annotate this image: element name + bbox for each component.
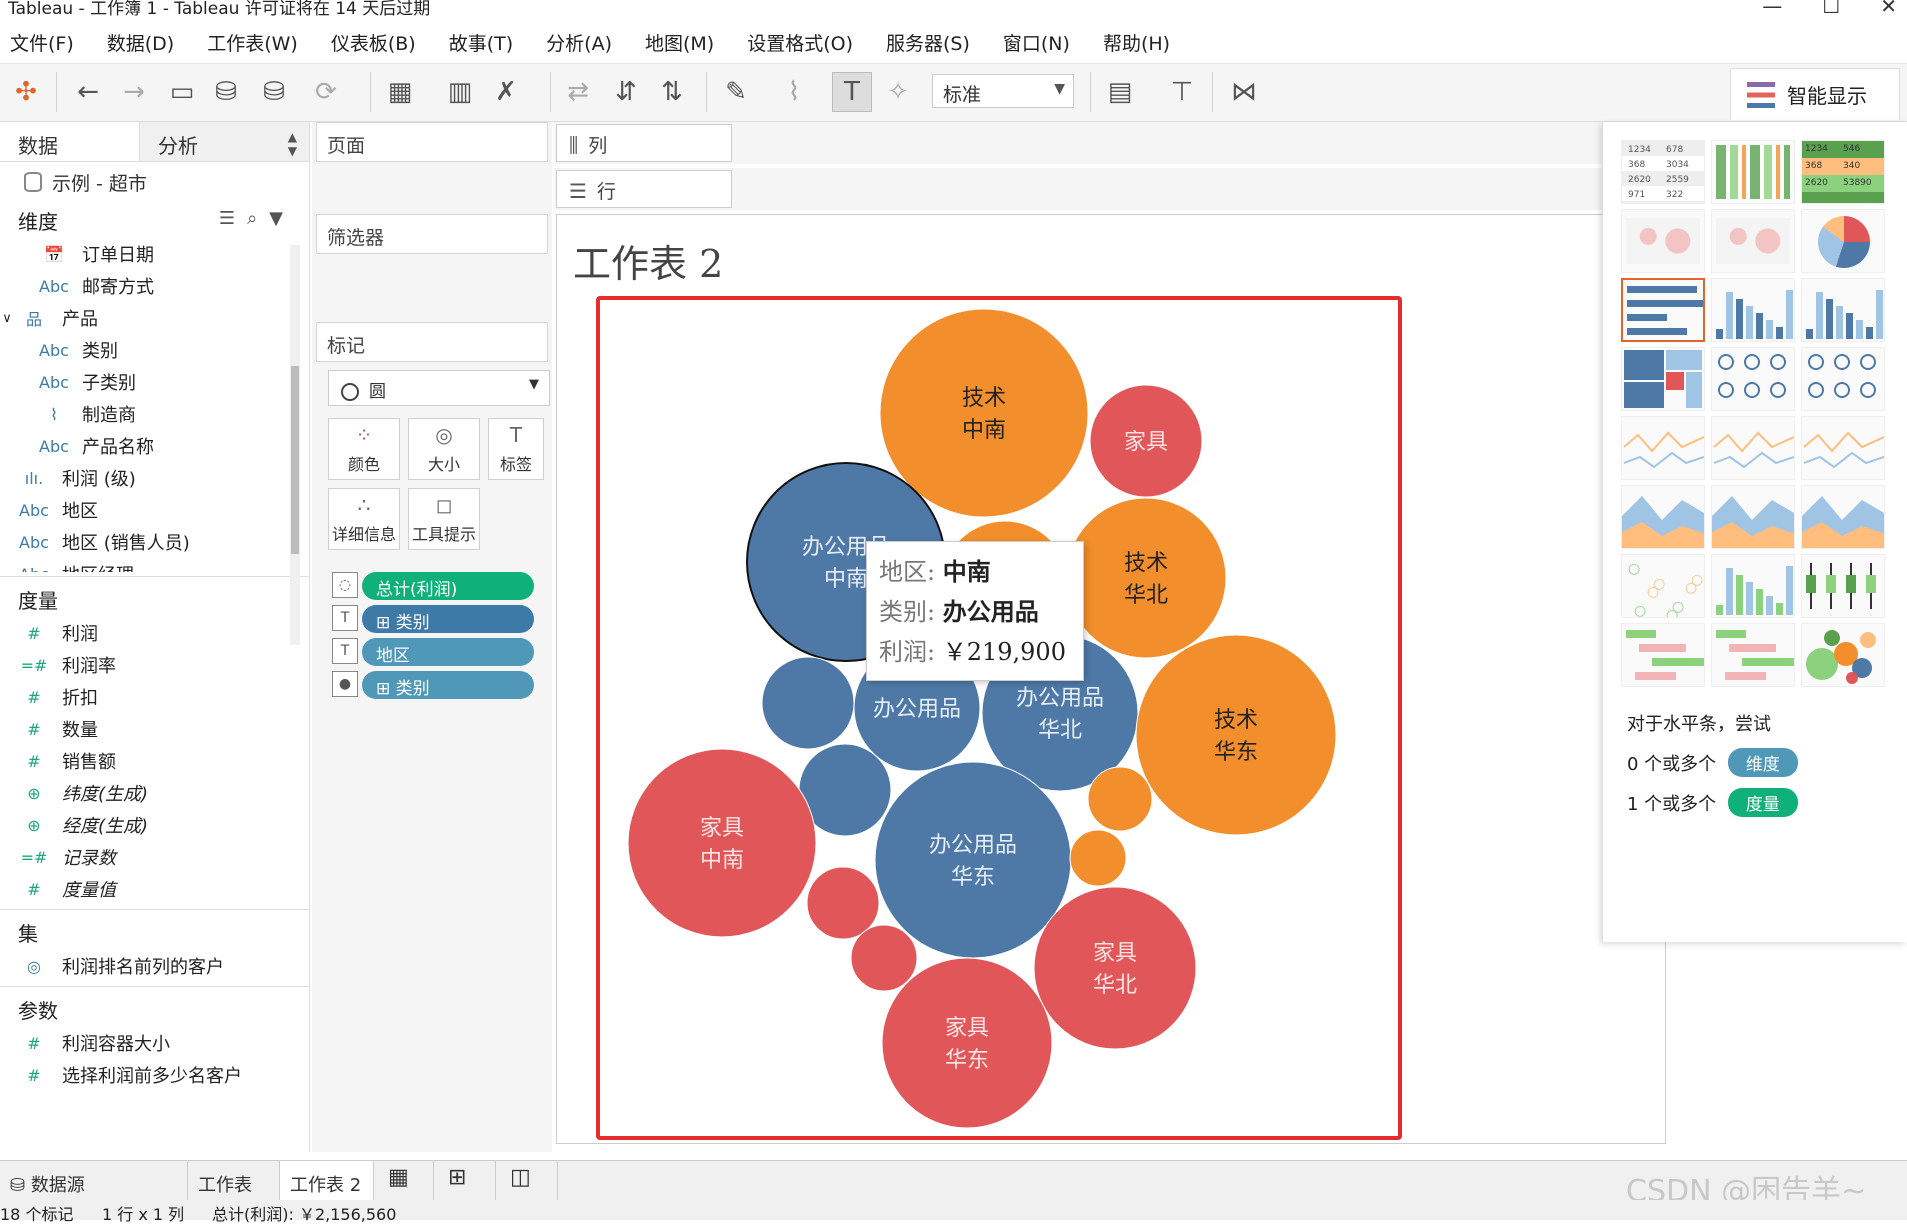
chart-type-stacked-bar[interactable] <box>1711 278 1795 342</box>
heat-cell: 546 <box>1843 144 1861 154</box>
heat-cell: 1234 <box>1805 144 1828 154</box>
tooltip-value-region: 中南 <box>942 557 991 586</box>
chart-type-gantt[interactable] <box>1621 623 1705 687</box>
status-rows: 1 行 x 1 列 <box>102 1205 185 1224</box>
chart-type-scatter[interactable]: ○ ○ ○ ○ ○ ○ ○ ○ <box>1621 554 1705 618</box>
line-thumb <box>1713 431 1794 469</box>
chart-type-dual-line[interactable] <box>1801 416 1885 480</box>
table-cell: 2620 <box>1628 175 1651 185</box>
tooltip-key-profit: 利润: <box>879 638 943 666</box>
smart-show-hint-dim: 0 个或多个 维度 <box>1627 748 1798 777</box>
chart-type-area-cont[interactable] <box>1621 485 1705 549</box>
dimension-badge: 维度 <box>1727 748 1798 777</box>
chart-type-hbar[interactable] <box>1621 278 1705 342</box>
heat-cell: 53890 <box>1843 178 1872 188</box>
tooltip-value-profit: ￥219,900 <box>942 638 1066 666</box>
line-thumb <box>1803 431 1884 469</box>
table-cell: 322 <box>1666 190 1684 200</box>
heat-cell: 340 <box>1843 161 1861 171</box>
chart-type-histogram[interactable] <box>1711 554 1795 618</box>
chart-type-highlight-map[interactable] <box>1711 140 1795 204</box>
smart-show-panel: 1234 678 368 3034 2620 2559 971 322 1234 546 368 34… <box>1602 122 1907 942</box>
chart-type-packed-bubbles[interactable] <box>1801 623 1885 687</box>
chart-type-line-disc[interactable] <box>1711 416 1795 480</box>
status-bar: 18 个标记 1 行 x 1 列 总计(利润): ￥2,156,560 <box>0 1200 1907 1224</box>
smart-show-hint-title: 对于水平条，尝试 <box>1627 714 1771 735</box>
new-story-icon[interactable]: ◫ <box>496 1161 558 1201</box>
measure-badge: 度量 <box>1727 788 1798 817</box>
chart-type-pie[interactable] <box>1801 209 1885 273</box>
chart-type-symbol-map[interactable] <box>1621 209 1705 273</box>
highlight-frame <box>596 296 1402 1140</box>
status-sum: 总计(利润): ￥2,156,560 <box>212 1205 397 1224</box>
chart-type-grid: 1234 678 368 3034 2620 2559 971 322 1234 546 368 34… <box>1621 140 1885 687</box>
tab-sheet-2[interactable]: 工作表 2 <box>280 1161 374 1201</box>
new-dashboard-icon[interactable]: ⊞ <box>434 1161 496 1201</box>
sheet-tabs-bar: ⛁ 数据源 工作表 1 工作表 2 ▦ ⊞ ◫ <box>0 1160 1907 1218</box>
chart-type-side-circle[interactable] <box>1801 347 1885 411</box>
tab-sheet-1[interactable]: 工作表 1 <box>188 1161 280 1218</box>
tooltip-key-category: 类别: <box>879 598 943 626</box>
chart-type-side-bar[interactable] <box>1801 278 1885 342</box>
table-cell: 971 <box>1628 190 1646 200</box>
status-marks: 18 个标记 <box>0 1205 74 1224</box>
area-thumb <box>1802 496 1884 548</box>
table-cell: 2559 <box>1666 175 1689 185</box>
chart-type-text-table[interactable]: 1234 678 368 3034 2620 2559 971 322 <box>1621 140 1705 204</box>
table-cell: 678 <box>1666 145 1684 155</box>
chart-type-box-whisker[interactable] <box>1801 554 1885 618</box>
new-worksheet-icon[interactable]: ▦ <box>374 1161 434 1201</box>
heat-cell: 2620 <box>1805 178 1828 188</box>
hint-dim-prefix: 0 个或多个 <box>1627 754 1717 775</box>
chart-type-heat-table[interactable]: 1234 546 368 340 2620 53890 <box>1801 140 1885 204</box>
line-thumb <box>1623 431 1704 469</box>
smart-show-hint-mea: 1 个或多个 度量 <box>1627 788 1798 817</box>
hint-mea-prefix: 1 个或多个 <box>1627 794 1717 815</box>
area-thumb <box>1622 496 1704 548</box>
chart-type-bullet[interactable] <box>1711 623 1795 687</box>
database-icon: ⛁ <box>10 1175 31 1196</box>
datasource-tab[interactable]: ⛁ 数据源 <box>0 1161 188 1201</box>
chart-type-treemap[interactable] <box>1621 347 1705 411</box>
chart-type-line-cont[interactable] <box>1621 416 1705 480</box>
chart-type-filled-map[interactable] <box>1711 209 1795 273</box>
table-cell: 3034 <box>1666 160 1689 170</box>
chart-type-area-disc[interactable] <box>1711 485 1795 549</box>
tooltip-key-region: 地区: <box>879 558 943 586</box>
mark-tooltip: 地区: 中南 类别: 办公用品 利润: ￥219,900 <box>866 541 1084 681</box>
heat-cell: 368 <box>1805 161 1823 171</box>
chart-type-circle-view[interactable] <box>1711 347 1795 411</box>
datasource-tab-label: 数据源 <box>30 1175 85 1196</box>
tooltip-value-category: 办公用品 <box>942 597 1039 626</box>
chart-type-dual-combo[interactable] <box>1801 485 1885 549</box>
area-thumb <box>1712 496 1794 548</box>
table-cell: 368 <box>1628 160 1646 170</box>
table-cell: 1234 <box>1628 145 1651 155</box>
